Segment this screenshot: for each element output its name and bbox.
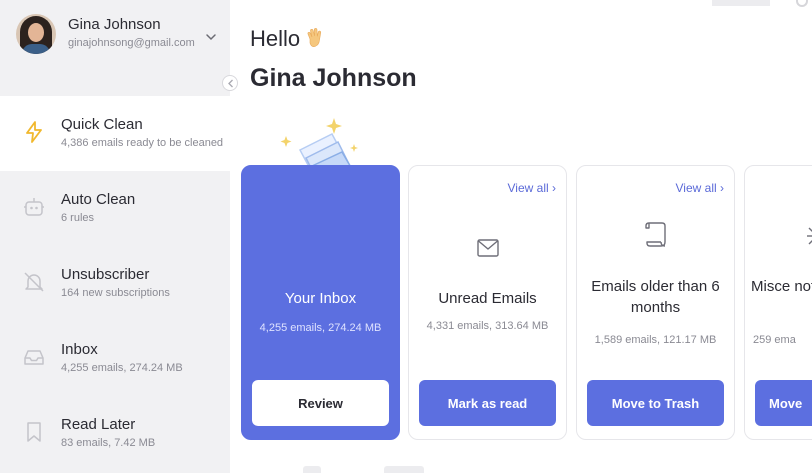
- mark-as-read-button[interactable]: Mark as read: [419, 380, 556, 426]
- sidebar-item-subtitle: 164 new subscriptions: [61, 287, 170, 299]
- account-email: ginajohnsong@gmail.com: [68, 37, 195, 49]
- move-button[interactable]: Move: [755, 380, 812, 426]
- view-all-label: View all: [675, 181, 717, 195]
- card-meta: 1,589 emails, 121.17 MB: [594, 334, 717, 346]
- bell-off-icon: [24, 272, 44, 292]
- account-switcher[interactable]: Gina Johnson ginajohnsong@gmail.com: [0, 0, 230, 86]
- lightning-icon: [26, 121, 42, 143]
- card-meta: 4,331 emails, 313.64 MB: [426, 320, 549, 332]
- sidebar-item-label: Inbox: [61, 341, 98, 358]
- view-all-link[interactable]: View all ›: [508, 181, 556, 195]
- sidebar-item-auto-clean[interactable]: Auto Clean 6 rules: [0, 171, 230, 246]
- robot-icon: [24, 198, 44, 216]
- sidebar-item-unsubscriber[interactable]: Unsubscriber 164 new subscriptions: [0, 246, 230, 321]
- move-to-trash-button[interactable]: Move to Trash: [587, 380, 724, 426]
- card-older-emails: View all › Emails older than 6 months 1,…: [576, 165, 735, 440]
- sidebar-item-subtitle: 6 rules: [61, 212, 95, 224]
- sidebar-item-inbox[interactable]: Inbox 4,255 emails, 274.24 MB: [0, 321, 230, 396]
- card-meta: 4,255 emails, 274.24 MB: [259, 322, 382, 334]
- sidebar-item-quick-clean[interactable]: Quick Clean 4,386 emails ready to be cle…: [0, 96, 230, 171]
- toolbar-edge-icon: [796, 0, 808, 7]
- avatar: [16, 14, 56, 54]
- sidebar-item-subtitle: 83 emails, 7.42 MB: [61, 437, 156, 449]
- sidebar-item-label: Quick Clean: [61, 116, 143, 133]
- bookmark-icon: [27, 422, 41, 442]
- greeting: Hello: [250, 26, 327, 52]
- sidebar-item-label: Read Later: [61, 416, 136, 433]
- card-title: Unread Emails: [438, 290, 537, 307]
- sidebar-item-subtitle: 4,386 emails ready to be cleaned: [61, 137, 224, 149]
- waving-hand-icon: [307, 28, 322, 47]
- footer-edge: [303, 466, 321, 473]
- chevron-left-icon: [228, 79, 233, 88]
- view-all-link[interactable]: View all ›: [676, 181, 724, 195]
- footer-edge: [384, 466, 424, 473]
- card-your-inbox: Your Inbox 4,255 emails, 274.24 MB Revie…: [241, 165, 400, 440]
- sidebar-item-read-later[interactable]: Read Later 83 emails, 7.42 MB: [0, 396, 230, 471]
- sidebar-nav: Quick Clean 4,386 emails ready to be cle…: [0, 96, 230, 471]
- sidebar-item-label: Auto Clean: [61, 191, 136, 208]
- card-title: Emails older than 6 months: [591, 278, 720, 316]
- greeting-text: Hello: [250, 26, 301, 51]
- account-name: Gina Johnson: [68, 16, 161, 33]
- card-unread-emails: View all › Unread Emails 4,331 emails, 3…: [408, 165, 567, 440]
- card-misc-notifications: Misce notifi 259 ema Move: [744, 165, 812, 440]
- sparkle-icon: [807, 227, 812, 245]
- review-button[interactable]: Review: [252, 380, 389, 426]
- inbox-tray-icon: [24, 350, 44, 365]
- view-all-label: View all: [507, 181, 549, 195]
- card-title: Your Inbox: [284, 290, 357, 307]
- scroll-icon: [644, 222, 666, 247]
- toolbar-edge: [712, 0, 770, 6]
- page-title: Gina Johnson: [250, 64, 417, 92]
- sidebar: Gina Johnson ginajohnsong@gmail.com Quic…: [0, 0, 230, 473]
- card-title: Misce notifi: [751, 278, 812, 295]
- sidebar-item-subtitle: 4,255 emails, 274.24 MB: [61, 362, 183, 374]
- envelope-icon: [476, 239, 499, 257]
- card-meta: 259 ema: [753, 334, 796, 346]
- chevron-down-icon[interactable]: [204, 30, 218, 44]
- sidebar-item-label: Unsubscriber: [61, 266, 150, 283]
- collapse-sidebar-button[interactable]: [222, 75, 238, 91]
